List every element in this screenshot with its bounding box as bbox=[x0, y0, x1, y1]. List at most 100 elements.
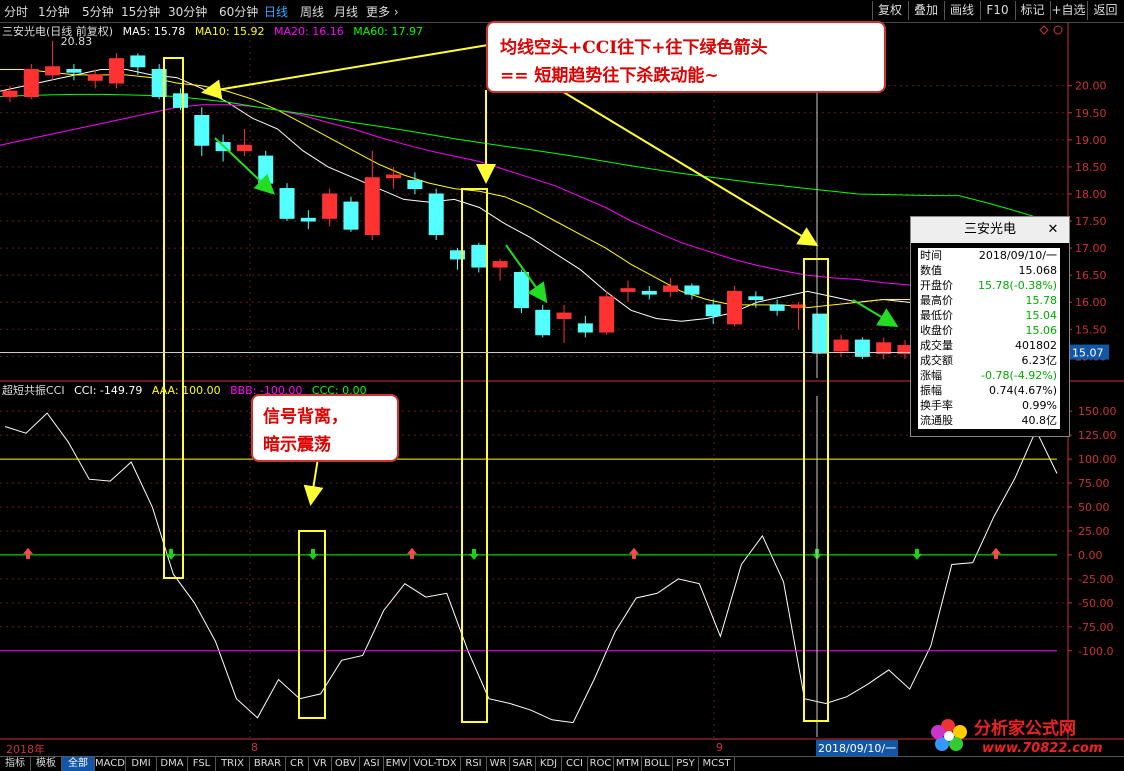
indicator-tab[interactable]: VOL-TDX bbox=[410, 757, 461, 771]
indicator-tabs: 指标 模板 全部 MACD DMI DMA FSL TRIX BRAR CR VR OBV ASI EMV… bbox=[0, 756, 1124, 771]
indicator-tab[interactable]: DMA bbox=[157, 757, 188, 771]
infobox-value: -0.78(-4.92%) bbox=[981, 369, 1057, 382]
cci-tick-label: 75.00 bbox=[1078, 477, 1110, 490]
infobox-key: 流通股 bbox=[920, 414, 953, 427]
cci-lines bbox=[0, 92, 1058, 737]
candle-body bbox=[130, 55, 146, 68]
indicator-tab[interactable]: PSY bbox=[673, 757, 699, 771]
candle-body bbox=[812, 313, 828, 354]
candle-body bbox=[300, 217, 316, 222]
up-arrow-icon bbox=[991, 547, 1001, 559]
indicator-tab[interactable]: FSL bbox=[188, 757, 216, 771]
callout-divergence-line1: 信号背离， bbox=[263, 407, 348, 427]
candle-body bbox=[279, 188, 295, 219]
indicator-tab[interactable]: ASI bbox=[360, 757, 384, 771]
candle-body bbox=[194, 114, 210, 146]
callout-divergence: 信号背离， 暗示震荡 bbox=[251, 394, 399, 462]
down-arrow-icon bbox=[912, 548, 922, 560]
candle-body bbox=[577, 323, 593, 333]
callout-arrow bbox=[201, 44, 489, 100]
indicator-tab[interactable]: 模板 bbox=[31, 757, 62, 771]
candle-body bbox=[513, 271, 529, 309]
indicator-tab[interactable]: EMV bbox=[384, 757, 410, 771]
callout-trend: 均线空头+CCI往下+往下绿色箭头 == 短期趋势往下杀跌动能~ bbox=[486, 21, 886, 93]
price-tick-label: 19.50 bbox=[1075, 107, 1107, 120]
candle-body bbox=[556, 312, 572, 319]
infobox-key: 换手率 bbox=[920, 399, 953, 412]
cci-tick-label: 25.00 bbox=[1078, 525, 1110, 538]
candle-body bbox=[599, 296, 615, 333]
diamond-icon bbox=[1039, 25, 1049, 35]
candle-body bbox=[322, 193, 338, 219]
indicator-tab[interactable]: MCST bbox=[699, 757, 735, 771]
candle-body bbox=[386, 174, 402, 179]
price-tick-label: 17.00 bbox=[1075, 242, 1107, 255]
candle-body bbox=[109, 58, 125, 84]
ma-line-ma10 bbox=[0, 69, 1061, 333]
indicator-tab[interactable]: 全部 bbox=[62, 757, 95, 771]
indicator-tab[interactable]: DMI bbox=[126, 757, 157, 771]
cci-tick-label: 100.00 bbox=[1078, 453, 1117, 466]
ma-line-ma60 bbox=[0, 93, 1061, 225]
indicator-tab[interactable]: VR bbox=[309, 757, 332, 771]
indicator-tab[interactable]: SAR bbox=[510, 757, 536, 771]
candle-body bbox=[2, 90, 18, 98]
indicator-tab[interactable]: OBV bbox=[332, 757, 360, 771]
indicator-tab[interactable]: ROC bbox=[588, 757, 614, 771]
indicator-tab[interactable]: MACD bbox=[95, 757, 126, 771]
infobox-row: 收盘价 15.06 bbox=[918, 323, 1060, 338]
candle-body bbox=[833, 339, 849, 352]
candle-body bbox=[684, 285, 700, 295]
infobox-value: 15.78 bbox=[1025, 294, 1058, 307]
indicator-tab[interactable]: CR bbox=[286, 757, 309, 771]
cci-tick-label: -100.0 bbox=[1078, 645, 1113, 658]
candle-body bbox=[343, 201, 359, 230]
close-icon[interactable]: ✕ bbox=[1043, 217, 1063, 243]
indicator-tab[interactable]: KDJ bbox=[536, 757, 562, 771]
infobox-key: 收盘价 bbox=[920, 324, 953, 337]
indicator-tab[interactable]: MTM bbox=[614, 757, 642, 771]
candle-body bbox=[876, 342, 892, 355]
up-arrow-icon bbox=[629, 547, 639, 559]
highlight-box bbox=[298, 530, 326, 719]
highlight-box bbox=[461, 188, 488, 723]
price-tick-label: 20.00 bbox=[1075, 80, 1107, 93]
indicator-tab[interactable]: CCI bbox=[562, 757, 588, 771]
infobox-value: 401802 bbox=[1015, 339, 1057, 352]
cci-tick-label: 150.00 bbox=[1078, 405, 1117, 418]
infobox-row: 振幅 0.74(4.67%) bbox=[918, 383, 1060, 398]
indicator-tab[interactable]: BOLL bbox=[642, 757, 673, 771]
candle-body bbox=[769, 304, 785, 311]
infobox-row: 最低价 15.04 bbox=[918, 308, 1060, 323]
trend-arrow bbox=[852, 299, 899, 328]
current-price-label: 15.07 bbox=[1072, 347, 1104, 360]
down-arrow-icon bbox=[308, 548, 318, 560]
cci-tick-label: 50.00 bbox=[1078, 501, 1110, 514]
indicator-tab[interactable]: TRIX bbox=[216, 757, 250, 771]
peak-label: 20.83 bbox=[61, 35, 93, 48]
candle-body bbox=[663, 285, 679, 292]
indicator-tab[interactable]: RSI bbox=[461, 757, 487, 771]
infobox-key: 开盘价 bbox=[920, 279, 953, 292]
price-tick-label: 19.00 bbox=[1075, 134, 1107, 147]
candle-body bbox=[748, 296, 764, 301]
indicator-tab[interactable]: BRAR bbox=[250, 757, 286, 771]
callout-trend-line1: 均线空头+CCI往下+往下绿色箭头 bbox=[500, 38, 768, 58]
moving-averages bbox=[0, 69, 1061, 346]
candle-body bbox=[45, 66, 61, 76]
infobox-key: 振幅 bbox=[920, 384, 942, 397]
date-axis: 2018年 8 9 2018/09/10/一 bbox=[0, 740, 1070, 756]
infobox-value: 15.04 bbox=[1025, 309, 1058, 322]
infobox-value: 15.78(-0.38%) bbox=[978, 279, 1057, 292]
down-arrow-icon bbox=[166, 548, 176, 560]
infobox-rows: 时间 2018/09/10/一 数值 15.068 开盘价 15.78(-0.38%) 最高… bbox=[918, 248, 1060, 429]
indicator-tab[interactable]: 指标 bbox=[0, 757, 31, 771]
candle-body bbox=[236, 144, 252, 152]
price-tick-label: 17.50 bbox=[1075, 215, 1107, 228]
indicator-tab[interactable]: WR bbox=[487, 757, 510, 771]
candle-body bbox=[705, 304, 721, 317]
candle-body bbox=[641, 290, 657, 295]
candle-body bbox=[23, 68, 39, 98]
infobox-key: 时间 bbox=[920, 249, 942, 262]
price-tick-label: 16.00 bbox=[1075, 296, 1107, 309]
